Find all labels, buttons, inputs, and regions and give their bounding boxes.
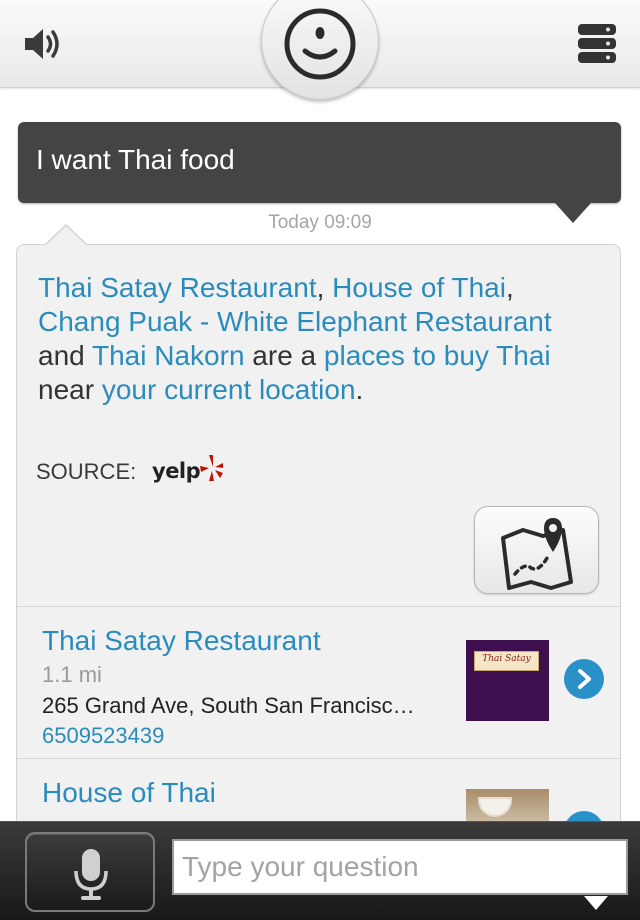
yelp-logo-text: yelp <box>152 459 201 483</box>
result-distance: 1.1 mi <box>42 662 102 687</box>
answer-text-near: near <box>38 374 102 405</box>
speaker-icon <box>25 29 59 59</box>
assistant-avatar-button[interactable] <box>261 0 379 100</box>
assistant-answer-card: Thai Satay Restaurant, House of Thai, Ch… <box>16 244 621 910</box>
restaurant-sign-text: Thai Satay <box>482 654 531 664</box>
answer-link-thai-satay[interactable]: Thai Satay Restaurant <box>38 272 317 303</box>
result-detail-button[interactable] <box>564 659 604 699</box>
result-row[interactable]: Thai Satay Restaurant 1.1 mi 265 Grand A… <box>17 606 620 758</box>
answer-text-sep: , <box>505 272 514 303</box>
card-tail <box>45 226 87 246</box>
restaurant-sign: Thai Satay <box>474 651 539 671</box>
source-label: SOURCE: <box>36 459 137 484</box>
speaker-button[interactable] <box>22 26 64 62</box>
tea-cup-image <box>478 797 512 817</box>
answer-text-sep: , <box>316 272 333 303</box>
user-message-text: I want Thai food <box>36 144 235 175</box>
message-timestamp: Today 09:09 <box>268 212 372 233</box>
answer-link-current-location[interactable]: your current location <box>102 374 356 405</box>
result-address: 265 Grand Ave, South San Francisc… <box>42 693 415 718</box>
answer-link-thai-nakorn[interactable]: Thai Nakorn <box>92 340 245 371</box>
yelp-logo[interactable]: yelp <box>152 453 224 487</box>
smiley-face-icon <box>284 8 356 80</box>
result-thumbnail: Thai Satay <box>466 640 549 721</box>
microphone-button[interactable] <box>25 832 155 912</box>
answer-link-house-of-thai[interactable]: House of Thai <box>332 272 506 303</box>
input-bubble-tail <box>584 896 608 910</box>
menu-list-icon <box>578 24 616 63</box>
microphone-icon <box>74 849 108 900</box>
top-bar <box>0 0 640 100</box>
answer-text-and: and <box>38 340 92 371</box>
result-phone[interactable]: 6509523439 <box>42 723 164 749</box>
answer-link-places-to-buy[interactable]: places to buy Thai <box>324 340 551 371</box>
menu-button[interactable] <box>577 22 617 66</box>
result-name[interactable]: House of Thai <box>42 777 216 809</box>
answer-text: Thai Satay Restaurant, House of Thai, Ch… <box>38 271 583 407</box>
chevron-right-icon <box>578 669 591 689</box>
answer-link-chang-puak[interactable]: Chang Puak - White Elephant Restaurant <box>38 306 552 337</box>
yelp-burst-icon <box>200 455 223 481</box>
map-pin-icon <box>501 518 573 590</box>
answer-text-are-a: are a <box>244 340 324 371</box>
question-input[interactable] <box>172 839 628 895</box>
input-bar <box>0 821 640 920</box>
map-button[interactable] <box>474 506 599 594</box>
user-message-bubble: I want Thai food <box>18 122 621 223</box>
answer-text-period: . <box>355 374 364 405</box>
result-name[interactable]: Thai Satay Restaurant <box>42 625 321 657</box>
